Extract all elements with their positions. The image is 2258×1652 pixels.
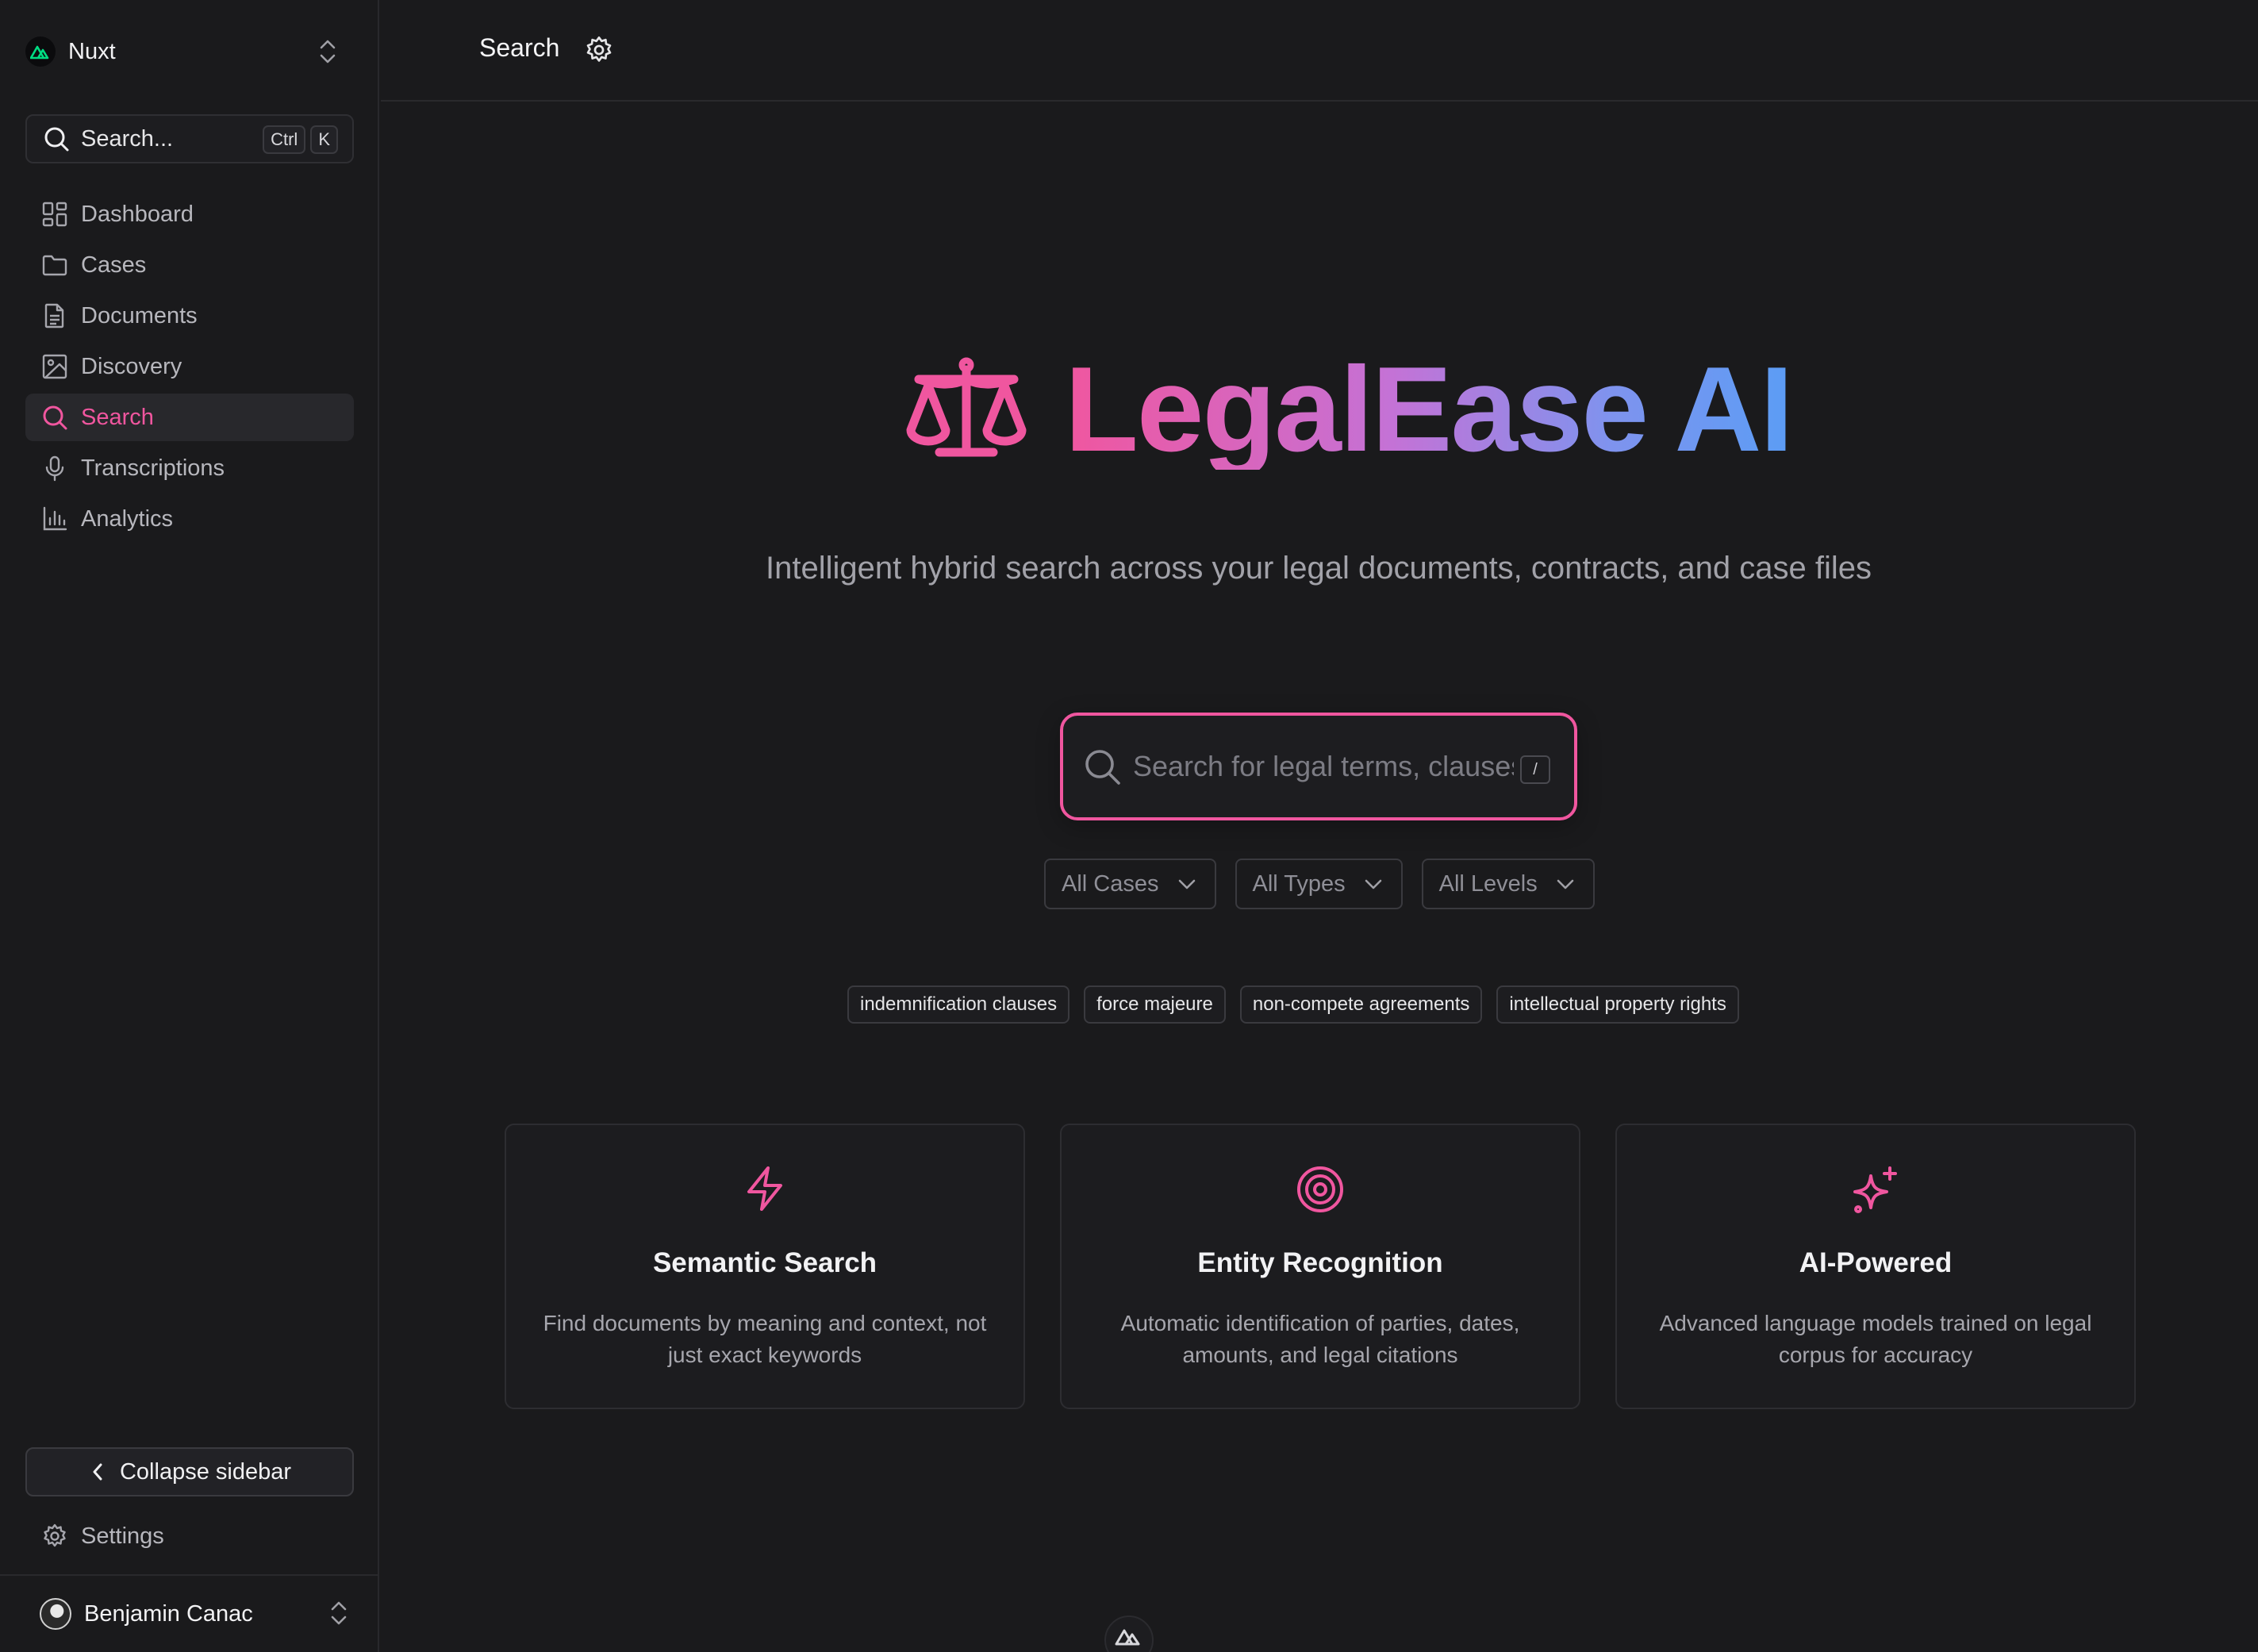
sidebar-divider bbox=[0, 1574, 379, 1576]
microphone-icon bbox=[41, 455, 68, 482]
sidebar-nav: Dashboard Cases Documents Discovery Sear… bbox=[25, 190, 354, 546]
feature-card-semantic-search: Semantic Search Find documents by meanin… bbox=[505, 1124, 1025, 1409]
search-input[interactable] bbox=[1133, 750, 1514, 783]
suggestion-chip[interactable]: intellectual property rights bbox=[1496, 985, 1739, 1024]
sparkles-icon bbox=[1617, 1165, 2134, 1216]
sidebar-item-label: Analytics bbox=[81, 505, 174, 532]
suggestion-chip[interactable]: indemnification clauses bbox=[847, 985, 1070, 1024]
feature-title: Entity Recognition bbox=[1197, 1247, 1443, 1278]
sidebar-item-label: Discovery bbox=[81, 353, 182, 379]
chevron-up-down-icon bbox=[327, 1598, 351, 1628]
sidebar-item-dashboard[interactable]: Dashboard bbox=[25, 190, 354, 238]
sidebar-item-settings[interactable]: Settings bbox=[25, 1512, 354, 1560]
main-search-field[interactable]: / bbox=[1060, 713, 1577, 820]
sidebar-search-button[interactable]: Search... Ctrl K bbox=[25, 114, 354, 163]
kbd-k: K bbox=[310, 125, 338, 154]
feature-description: Advanced language models trained on lega… bbox=[1659, 1311, 2092, 1367]
search-icon bbox=[1082, 747, 1122, 786]
sidebar-item-label: Documents bbox=[81, 302, 198, 328]
team-switcher[interactable]: Nuxt bbox=[25, 32, 343, 71]
team-name: Nuxt bbox=[68, 38, 116, 64]
chevron-left-icon bbox=[88, 1460, 107, 1484]
sidebar-item-cases[interactable]: Cases bbox=[25, 241, 354, 289]
chevron-up-down-icon bbox=[316, 36, 340, 67]
filter-bar: All Cases All Types All Levels bbox=[1044, 859, 1595, 909]
sidebar-item-label: Search bbox=[81, 404, 154, 430]
sidebar-item-analytics[interactable]: Analytics bbox=[25, 495, 354, 543]
collapse-sidebar-label: Collapse sidebar bbox=[119, 1458, 291, 1485]
sidebar-search-label: Search... bbox=[81, 125, 174, 152]
target-icon bbox=[1062, 1165, 1579, 1214]
sidebar-item-label: Transcriptions bbox=[81, 455, 225, 481]
sidebar-item-search[interactable]: Search bbox=[25, 394, 354, 441]
filter-levels-select[interactable]: All Levels bbox=[1421, 859, 1595, 909]
sidebar-item-documents[interactable]: Documents bbox=[25, 292, 354, 340]
search-shortcut-kbd: / bbox=[1520, 755, 1550, 784]
gear-icon bbox=[41, 1523, 68, 1550]
nuxt-logo-icon[interactable] bbox=[1104, 1616, 1154, 1652]
collapse-sidebar-button[interactable]: Collapse sidebar bbox=[25, 1447, 354, 1496]
user-menu[interactable]: Benjamin Canac bbox=[25, 1590, 354, 1638]
filter-label: All Levels bbox=[1438, 870, 1538, 897]
image-icon bbox=[41, 353, 68, 380]
feature-card-ai-powered: AI-Powered Advanced language models trai… bbox=[1615, 1124, 2136, 1409]
chevron-down-icon bbox=[1555, 874, 1576, 894]
sidebar-item-label: Dashboard bbox=[81, 201, 194, 227]
folder-icon bbox=[41, 252, 68, 279]
page-header: Search bbox=[381, 0, 2258, 102]
feature-card-entity-recognition: Entity Recognition Automatic identificat… bbox=[1060, 1124, 1580, 1409]
document-icon bbox=[41, 302, 68, 329]
hero-title: LegalEase AI bbox=[1065, 342, 1794, 477]
feature-description: Find documents by meaning and context, n… bbox=[543, 1311, 987, 1367]
sidebar-item-discovery[interactable]: Discovery bbox=[25, 343, 354, 390]
page-title: Search bbox=[479, 33, 560, 62]
hero-heading: LegalEase AI bbox=[904, 342, 1794, 477]
feature-cards: Semantic Search Find documents by meanin… bbox=[505, 1124, 2136, 1409]
lightning-bolt-icon bbox=[506, 1165, 1023, 1212]
chevron-down-icon bbox=[1177, 874, 1197, 894]
sidebar-item-label: Cases bbox=[81, 252, 147, 278]
feature-title: Semantic Search bbox=[652, 1247, 877, 1278]
suggestion-chip[interactable]: non-compete agreements bbox=[1239, 985, 1483, 1024]
chevron-down-icon bbox=[1363, 874, 1384, 894]
user-name: Benjamin Canac bbox=[84, 1600, 253, 1627]
suggested-searches: indemnification clauses force majeure no… bbox=[847, 985, 1739, 1024]
sidebar-item-label: Settings bbox=[81, 1523, 164, 1549]
search-icon bbox=[41, 404, 68, 431]
filter-types-select[interactable]: All Types bbox=[1235, 859, 1403, 909]
dashboard-icon bbox=[41, 201, 68, 228]
kbd-ctrl: Ctrl bbox=[263, 125, 306, 154]
suggestion-chip[interactable]: force majeure bbox=[1084, 985, 1226, 1024]
filter-cases-select[interactable]: All Cases bbox=[1044, 859, 1216, 909]
scale-of-justice-icon bbox=[904, 354, 1028, 465]
shortcut-keys: Ctrl K bbox=[263, 125, 338, 154]
filter-label: All Types bbox=[1252, 870, 1346, 897]
gear-icon[interactable] bbox=[584, 35, 614, 65]
sidebar-item-transcriptions[interactable]: Transcriptions bbox=[25, 444, 354, 492]
avatar bbox=[40, 1598, 71, 1630]
feature-description: Automatic identification of parties, dat… bbox=[1120, 1311, 1520, 1367]
sidebar: Nuxt Search... Ctrl K Dashboard Cases Do… bbox=[0, 0, 379, 1652]
filter-label: All Cases bbox=[1062, 870, 1159, 897]
feature-title: AI-Powered bbox=[1799, 1247, 1953, 1278]
bar-chart-icon bbox=[41, 505, 68, 532]
nuxt-logo-icon bbox=[25, 36, 56, 67]
hero-subtitle: Intelligent hybrid search across your le… bbox=[765, 551, 1872, 586]
search-icon bbox=[43, 125, 70, 152]
